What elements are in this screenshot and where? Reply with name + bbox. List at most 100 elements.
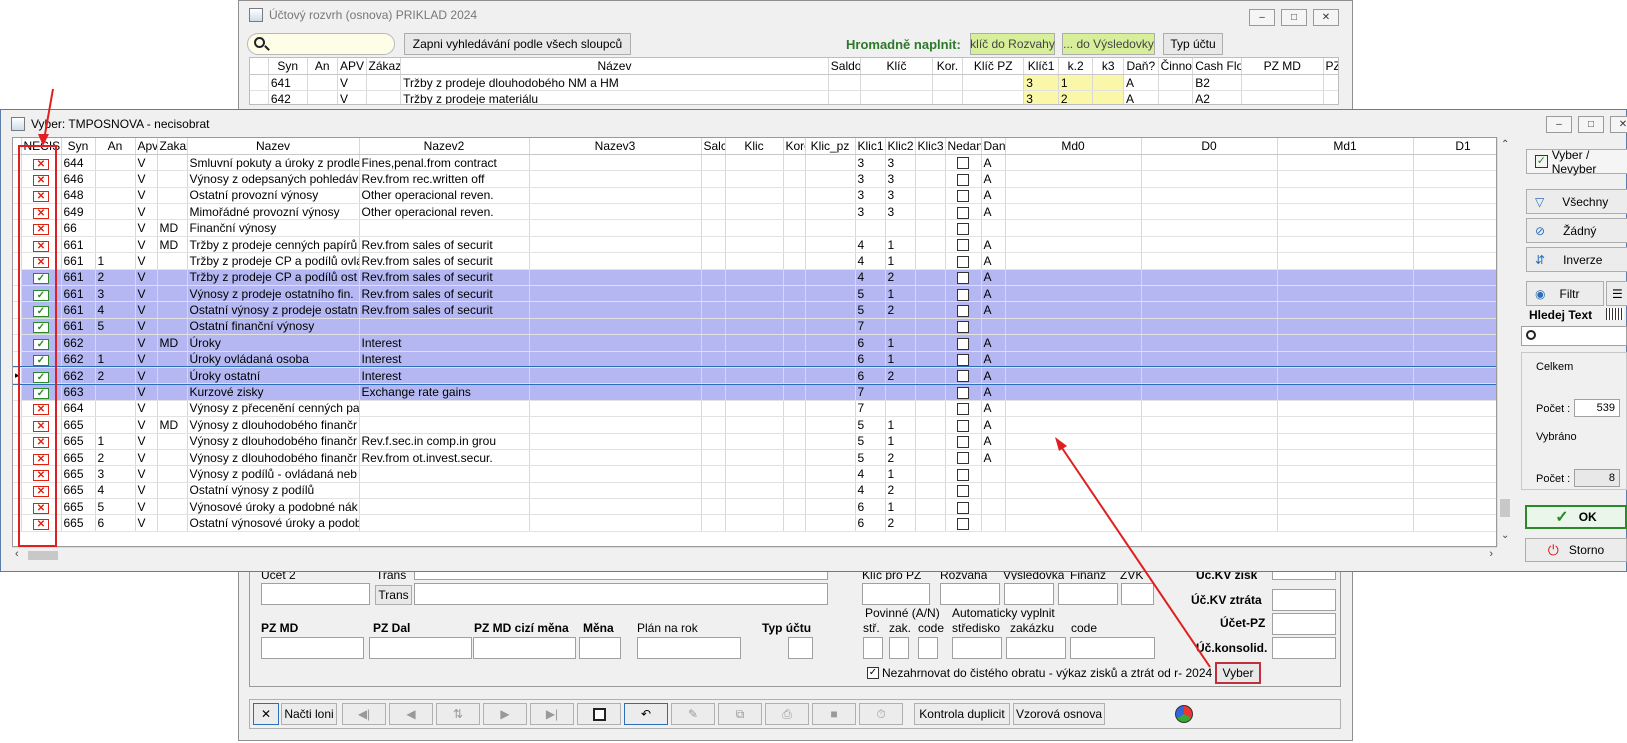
table-row[interactable]: ✓ 661 4 V Ostatní výnosy z prodeje ostatn Rev…: [13, 301, 1496, 319]
mena-field[interactable]: [579, 637, 621, 659]
cell-nedan[interactable]: [945, 219, 982, 237]
unchecked-x-icon[interactable]: ✕: [33, 502, 49, 514]
nedan-checkbox[interactable]: [957, 403, 969, 416]
unchecked-x-icon[interactable]: ✕: [33, 240, 49, 252]
main-col-syn[interactable]: Syn: [268, 58, 308, 75]
bulk-typ-uctu-button[interactable]: Typ účtu: [1163, 33, 1223, 55]
color-palette-icon[interactable]: [1175, 705, 1193, 723]
cancel-x-button[interactable]: ✕: [253, 703, 279, 725]
cell-nedan[interactable]: [945, 449, 982, 467]
minimize-icon[interactable]: –: [1249, 9, 1275, 26]
cell-necis[interactable]: ✓: [21, 334, 62, 352]
cell-necis[interactable]: ✕: [21, 416, 62, 434]
cell-nedan[interactable]: [945, 351, 982, 368]
cell-nedan[interactable]: [945, 482, 982, 500]
dialog-grid[interactable]: NECIS Syn An Apv Zakaz Nazev Nazev2 Naze…: [12, 137, 1497, 547]
cell-necis[interactable]: ✕: [21, 482, 62, 500]
nedan-checkbox[interactable]: [957, 468, 969, 481]
inverze-button[interactable]: ⇵ Inverze: [1526, 247, 1627, 272]
maximize-icon[interactable]: □: [1281, 9, 1307, 26]
main-col-dan[interactable]: Daň?: [1123, 58, 1159, 75]
main-col-klic1[interactable]: Klíč1: [1023, 58, 1059, 75]
main-col-pz[interactable]: PZ: [1323, 58, 1338, 75]
cell-necis[interactable]: ✓: [21, 351, 62, 368]
main-col-klic-pz[interactable]: Klíč PZ: [962, 58, 1025, 75]
table-row[interactable]: ✓ 661 3 V Výnosy z prodeje ostatního fin. Rev…: [13, 285, 1496, 303]
unchecked-x-icon[interactable]: ✕: [33, 224, 49, 236]
unchecked-x-icon[interactable]: ✕: [33, 453, 49, 465]
cell-necis[interactable]: ✕: [21, 236, 62, 254]
vyber-button[interactable]: Vyber: [1215, 662, 1261, 684]
first-record-button[interactable]: ◀|: [342, 703, 386, 725]
dcol-nazev2[interactable]: Nazev2: [359, 138, 530, 155]
cell-nedan[interactable]: [945, 203, 982, 221]
klic-pro-pz-field[interactable]: [862, 583, 930, 605]
table-row[interactable]: ✕ 644 V Smluvní pokuty a úroky z prodle Fine…: [13, 154, 1496, 172]
dialog-maximize-icon[interactable]: □: [1578, 116, 1604, 133]
unchecked-x-icon[interactable]: ✕: [33, 191, 49, 203]
dcol-nedan[interactable]: Nedan: [945, 138, 982, 155]
nedan-checkbox[interactable]: [957, 304, 969, 317]
cell-nedan[interactable]: [945, 269, 982, 287]
timer-button[interactable]: ⏱: [859, 703, 903, 725]
str-field[interactable]: [863, 637, 883, 659]
menu-button[interactable]: ☰: [1606, 281, 1627, 306]
checked-mark-icon[interactable]: ✓: [33, 388, 49, 400]
nedan-checkbox[interactable]: [957, 485, 969, 498]
nedan-checkbox[interactable]: [957, 518, 969, 530]
uc-konsolid-field[interactable]: [1272, 637, 1336, 659]
nedan-checkbox[interactable]: [957, 288, 969, 301]
cell-nedan[interactable]: [945, 252, 982, 270]
table-row[interactable]: ✕ 665 V MD Výnosy z dlouhodobého finančr 5 1 A: [13, 416, 1496, 434]
main-col-nazev[interactable]: Název: [400, 58, 829, 75]
table-row[interactable]: 641 V Tržby z prodeje dlouhodobého NM a …: [250, 74, 1338, 92]
dcol-d1[interactable]: D1: [1413, 138, 1496, 155]
nedan-checkbox[interactable]: [957, 419, 969, 432]
plan-field[interactable]: [637, 637, 741, 659]
cell-nedan[interactable]: [945, 514, 982, 532]
unchecked-x-icon[interactable]: ✕: [33, 158, 49, 170]
dcol-klic3[interactable]: Klic3: [915, 138, 946, 155]
edit-button[interactable]: ✎: [671, 703, 715, 725]
checked-mark-icon[interactable]: ✓: [33, 273, 49, 285]
zvk-field[interactable]: [1121, 583, 1154, 605]
cell-necis[interactable]: ✕: [21, 203, 62, 221]
zakazku-field[interactable]: [1006, 637, 1066, 659]
bulk-key-rozvahy-button[interactable]: klíč do Rozvahy: [970, 33, 1055, 55]
nedan-checkbox[interactable]: [957, 337, 969, 350]
storno-button[interactable]: ⏻ Storno: [1525, 538, 1627, 562]
cell-nedan[interactable]: [945, 465, 982, 483]
checked-mark-icon[interactable]: ✓: [33, 371, 49, 383]
main-col-cinno[interactable]: Činno: [1158, 58, 1194, 75]
main-col-k3[interactable]: k3: [1092, 58, 1124, 75]
nedan-checkbox[interactable]: [957, 370, 969, 383]
stredisko-field[interactable]: [952, 637, 1002, 659]
stop-button[interactable]: ■: [812, 703, 856, 725]
cell-nedan[interactable]: [945, 400, 982, 418]
main-search-box[interactable]: [247, 33, 395, 55]
table-row[interactable]: ✕ 648 V Ostatní provozní výnosy Other operac…: [13, 187, 1496, 205]
sort-button[interactable]: ⇅: [436, 703, 480, 725]
table-row[interactable]: ✕ 649 V Mimořádné provozní výnosy Other oper…: [13, 203, 1496, 221]
ucet2-field[interactable]: [261, 583, 370, 605]
dcol-syn[interactable]: Syn: [61, 138, 96, 155]
nezahrnovat-checkbox[interactable]: ✓: [867, 667, 879, 679]
nedan-checkbox[interactable]: [957, 452, 969, 465]
cell-nedan[interactable]: [945, 334, 982, 352]
table-row[interactable]: ✕ 665 4 V Ostatní výnosy z podílů 4 2: [13, 482, 1496, 500]
trans-button[interactable]: Trans: [375, 585, 412, 605]
nedan-checkbox[interactable]: [957, 386, 969, 399]
ucet-pz-field[interactable]: [1272, 613, 1336, 635]
table-row[interactable]: 642 V Tržby z prodeje materiálu 3 2 A A2: [250, 90, 1338, 104]
pz-md-cizi-field[interactable]: [473, 637, 576, 659]
table-row[interactable]: ✕ 665 1 V Výnosy z dlouhodobého finančr Rev.f…: [13, 433, 1496, 450]
hscroll-thumb[interactable]: [28, 551, 58, 560]
kontrola-duplicit-button[interactable]: Kontrola duplicit: [914, 703, 1010, 725]
cell-nedan[interactable]: [945, 416, 982, 434]
unchecked-x-icon[interactable]: ✕: [33, 437, 49, 449]
dialog-search-input[interactable]: [1521, 326, 1627, 346]
nedan-checkbox[interactable]: [957, 239, 969, 252]
table-row[interactable]: ✕ 66 V MD Finanční výnosy: [13, 219, 1496, 237]
main-grid[interactable]: Syn An APV Zákaz Název Saldo Klíč Kor. K…: [249, 57, 1339, 105]
cell-necis[interactable]: ✓: [21, 383, 62, 401]
